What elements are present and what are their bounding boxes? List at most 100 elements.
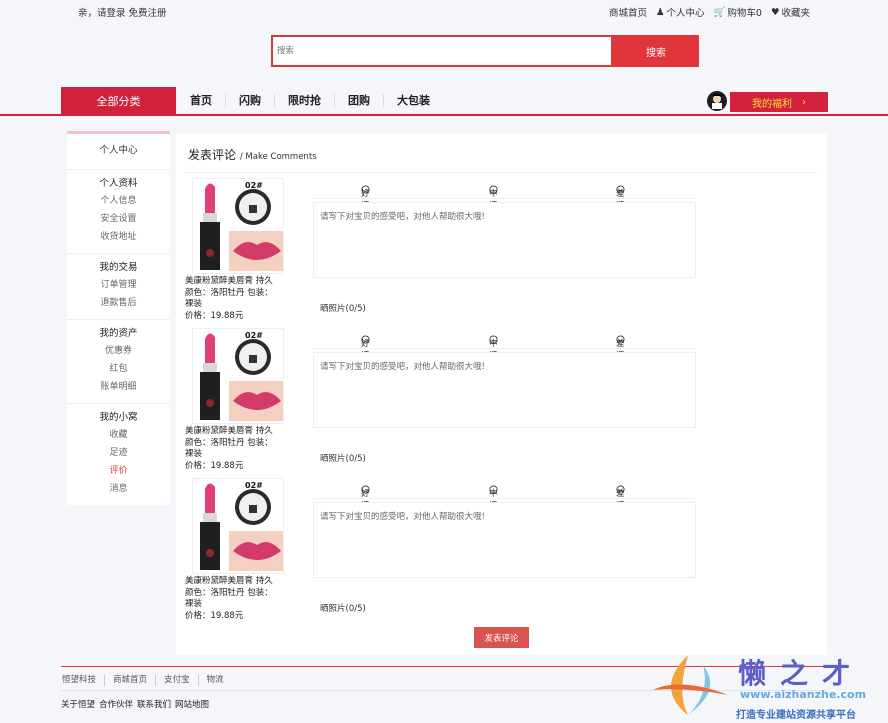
upload-photo-link[interactable]: 晒照片(0/5): [320, 302, 366, 314]
comment-entry: 02# 美康粉黛醉美唇膏 持久颜色：洛阳牡丹 包装：裸装价格：19.88元 好评 中评…: [184, 328, 704, 478]
product-name[interactable]: 美康粉黛醉美唇膏 持久: [185, 276, 277, 288]
upload-photo-link[interactable]: 晒照片(0/5): [320, 452, 366, 464]
rating-negative[interactable]: 差评: [616, 185, 625, 211]
page-subtitle: / Make Comments: [239, 152, 317, 162]
avatar: [706, 90, 728, 112]
welfare-widget[interactable]: 我的福利 ›: [706, 90, 828, 112]
product-pack: 裸装: [185, 599, 203, 609]
mall-home-link[interactable]: 商城首页: [609, 5, 647, 19]
sidebar-item-bills[interactable]: 账单明细: [67, 378, 170, 396]
page-title-text: 发表评论: [188, 148, 237, 162]
footer-link[interactable]: 联系我们: [137, 698, 171, 710]
nav-limited[interactable]: 限时抢: [275, 94, 335, 108]
product-image[interactable]: 02#: [192, 478, 284, 574]
product-info: 美康粉黛醉美唇膏 持久 颜色：洛阳牡丹 包装： 裸装 价格：19.88元: [185, 576, 277, 622]
comment-panel: 发表评论 / Make Comments 02# 美康粉黛醉美唇膏 持久 颜色：洛阳…: [176, 133, 827, 655]
rating-positive[interactable]: 好评: [361, 185, 370, 211]
product-color: 颜色：洛阳牡丹 包装：: [185, 437, 273, 448]
heart-icon: ♥: [770, 6, 780, 18]
sidebar-item-refunds[interactable]: 退款售后: [67, 294, 170, 312]
search-box: [271, 35, 613, 67]
sidebar-group-profile: 个人资料 个人信息 安全设置 收货地址: [67, 170, 170, 254]
sidebar-item-favorites[interactable]: 收藏: [67, 426, 170, 444]
account-sidebar: 个人中心 个人资料 个人信息 安全设置 收货地址 我的交易 订单管理 退款售后 …: [67, 131, 170, 505]
product-pack: 裸装: [185, 299, 203, 309]
product-price: 价格：19.88元: [185, 310, 244, 321]
product-info: 美康粉黛醉美唇膏 持久 颜色：洛阳牡丹 包装： 裸装 价格：19.88元: [185, 426, 277, 472]
rating-negative[interactable]: 差评: [616, 485, 625, 511]
sidebar-group-title: 我的小窝: [99, 412, 138, 423]
sidebar-item-security[interactable]: 安全设置: [67, 210, 170, 228]
footer-link[interactable]: 物流: [199, 675, 232, 686]
user-icon: ♟: [656, 6, 665, 18]
nav-flash-sale[interactable]: 闪购: [226, 94, 275, 108]
sidebar-item-orders[interactable]: 订单管理: [67, 276, 170, 294]
footer-link[interactable]: 合作伙伴: [99, 698, 133, 710]
rating-neutral[interactable]: 中评: [489, 185, 498, 211]
product-info: 美康粉黛醉美唇膏 持久 颜色：洛阳牡丹 包装： 裸装 价格：19.88元: [185, 276, 277, 322]
sidebar-item-coupons[interactable]: 优惠券: [67, 342, 170, 360]
product-color: 颜色：洛阳牡丹 包装：: [185, 587, 273, 598]
nav-home[interactable]: 首页: [190, 94, 226, 108]
comment-textarea[interactable]: [313, 502, 696, 578]
search-button[interactable]: 搜索: [613, 35, 699, 67]
login-links: 亲，请登录 免费注册: [78, 5, 167, 19]
product-price: 价格：19.88元: [185, 460, 244, 471]
footer-link[interactable]: 支付宝: [156, 675, 199, 686]
user-center-label: 个人中心: [666, 8, 705, 19]
comment-textarea[interactable]: [313, 352, 696, 428]
product-name[interactable]: 美康粉黛醉美唇膏 持久: [185, 576, 277, 588]
rating-neutral[interactable]: 中评: [489, 485, 498, 511]
watermark-logo-icon: [653, 655, 728, 715]
product-name[interactable]: 美康粉黛醉美唇膏 持久: [185, 426, 277, 438]
upload-photo-link[interactable]: 晒照片(0/5): [320, 602, 366, 614]
sidebar-group-trade: 我的交易 订单管理 退款售后: [67, 254, 170, 320]
user-center-link[interactable]: ♟ 个人中心: [656, 5, 705, 20]
sidebar-item-reviews[interactable]: 评价: [67, 462, 170, 480]
footer-link[interactable]: 恒望科技: [62, 675, 106, 686]
submit-comment-button[interactable]: 发表评论: [474, 627, 529, 648]
main-nav: 全部分类 首页 闪购 限时抢 团购 大包装 我的福利 ›: [0, 87, 888, 116]
register-link[interactable]: 免费注册: [129, 8, 167, 19]
sidebar-title: 个人中心: [67, 134, 170, 170]
footer-link[interactable]: 网站地图: [175, 698, 209, 710]
sidebar-item-personal-info[interactable]: 个人信息: [67, 192, 170, 210]
product-pack: 裸装: [185, 449, 203, 459]
rating-positive[interactable]: 好评: [361, 485, 370, 511]
rating-negative[interactable]: 差评: [616, 335, 625, 361]
login-link[interactable]: 亲，请登录: [78, 8, 126, 19]
sidebar-item-red-packets[interactable]: 红包: [67, 360, 170, 378]
cart-link[interactable]: 🛒 购物车0: [714, 5, 762, 20]
comment-entry: 02# 美康粉黛醉美唇膏 持久颜色：洛阳牡丹 包装：裸装价格：19.88元 好评 中评…: [184, 478, 704, 628]
sidebar-group-title: 我的交易: [99, 262, 138, 273]
rating-neutral[interactable]: 中评: [489, 335, 498, 361]
favorites-link[interactable]: ♥ 收藏夹: [770, 5, 810, 20]
search-input[interactable]: [273, 37, 611, 65]
product-badge: 02#: [245, 331, 263, 340]
watermark: 懒之才 www.aizhanzhe.com 打造专业建站资源共享平台: [648, 650, 888, 723]
my-welfare-button[interactable]: 我的福利 ›: [730, 92, 828, 112]
footer-link[interactable]: 关于恒望: [61, 698, 95, 710]
welfare-label: 我的福利: [752, 98, 792, 110]
sidebar-item-address[interactable]: 收货地址: [67, 228, 170, 246]
footer-links: 恒望科技 商城首页 支付宝 物流: [62, 675, 232, 686]
nav-big-pack[interactable]: 大包装: [384, 94, 443, 108]
product-image[interactable]: 02#: [192, 328, 284, 424]
sidebar-group-nest: 我的小窝 收藏 足迹 评价 消息: [67, 404, 170, 505]
footer-link[interactable]: 商城首页: [105, 675, 157, 686]
product-price: 价格：19.88元: [185, 610, 244, 621]
nav-group-buy[interactable]: 团购: [335, 94, 384, 108]
rating-positive[interactable]: 好评: [361, 335, 370, 361]
watermark-url: www.aizhanzhe.com: [740, 688, 867, 701]
watermark-name: 懒之才: [738, 657, 865, 690]
product-badge: 02#: [245, 481, 263, 490]
sidebar-item-messages[interactable]: 消息: [67, 480, 170, 498]
product-image[interactable]: 02#: [192, 178, 284, 274]
all-categories-button[interactable]: 全部分类: [61, 87, 176, 115]
product-badge: 02#: [245, 181, 263, 190]
divider: [186, 172, 817, 173]
nav-links: 首页 闪购 限时抢 团购 大包装: [190, 94, 443, 108]
comment-textarea[interactable]: [313, 202, 696, 278]
sidebar-item-footprint[interactable]: 足迹: [67, 444, 170, 462]
comment-entry: 02# 美康粉黛醉美唇膏 持久颜色：洛阳牡丹 包装：裸装价格：19.88元 好评 中评…: [184, 178, 704, 328]
